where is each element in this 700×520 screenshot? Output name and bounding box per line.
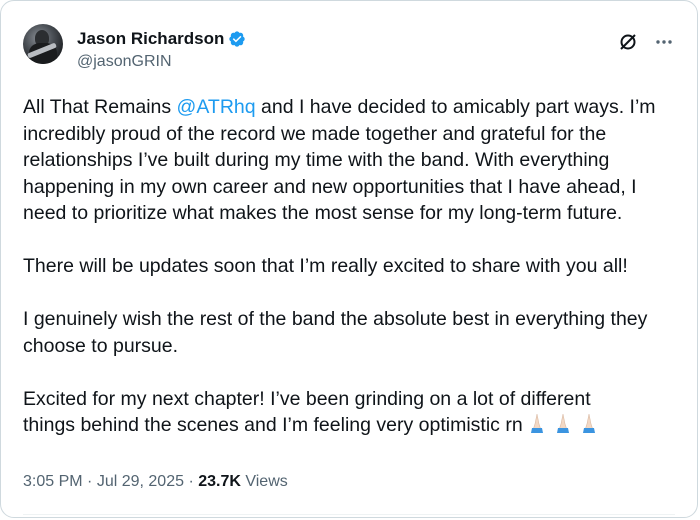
grok-button[interactable] <box>617 31 639 53</box>
meta-separator: · <box>82 473 97 490</box>
author-name[interactable]: Jason Richardson <box>77 29 224 49</box>
praying-hands-emoji-icon <box>528 412 606 442</box>
tweet-text-segment: and I have decided to amicably part ways… <box>255 96 656 118</box>
mention-link[interactable]: @ATRhq <box>177 96 256 118</box>
tweet-paragraph-1: All That Remains @ATRhq and I have decid… <box>23 94 683 227</box>
tweet-paragraph-3: I genuinely wish the rest of the band th… <box>23 306 683 359</box>
more-icon <box>656 40 672 44</box>
more-button[interactable] <box>653 31 675 53</box>
tweet-text: All That Remains @ATRhq and I have decid… <box>23 94 683 468</box>
tweet-text-line: happening in my own career and new oppor… <box>23 175 637 198</box>
tweet-actions <box>617 31 675 53</box>
tweet-text-line: There will be updates soon that I’m real… <box>23 255 628 277</box>
verified-badge-icon[interactable] <box>228 30 246 48</box>
views-label: Views <box>240 473 288 490</box>
tweet-text-line: Excited for my next chapter! I’ve been g… <box>23 387 591 410</box>
tweet-meta: 3:05 PM · Jul 29, 2025 · 23.7K Views <box>23 473 288 491</box>
tweet-text-line: incredibly proud of the record we made t… <box>23 122 607 145</box>
grok-icon <box>620 34 636 50</box>
tweet-text-line: I genuinely wish the rest of the band th… <box>23 308 648 330</box>
tweet-card: Jason Richardson @jasonGRIN All That Rem… <box>0 0 698 518</box>
tweet-paragraph-2: There will be updates soon that I’m real… <box>23 253 683 280</box>
tweet-date[interactable]: Jul 29, 2025 <box>97 473 184 490</box>
tweet-text-line: choose to pursue. <box>23 334 179 357</box>
tweet-paragraph-4: Excited for my next chapter! I’ve been g… <box>23 386 683 442</box>
tweet-time[interactable]: 3:05 PM <box>23 473 83 490</box>
meta-separator: · <box>184 473 199 490</box>
author-handle[interactable]: @jasonGRIN <box>77 53 172 71</box>
tweet-text-line: need to prioritize what makes the most s… <box>23 202 623 224</box>
divider <box>23 514 675 515</box>
avatar[interactable] <box>23 24 63 64</box>
tweet-text-line: relationships I’ve built during my time … <box>23 149 610 171</box>
author-name-row: Jason Richardson <box>77 29 246 49</box>
tweet-text-line: things behind the scenes and I’m feeling… <box>23 414 529 436</box>
tweet-text-segment: All That Remains <box>23 96 177 118</box>
views-count: 23.7K <box>198 473 241 490</box>
